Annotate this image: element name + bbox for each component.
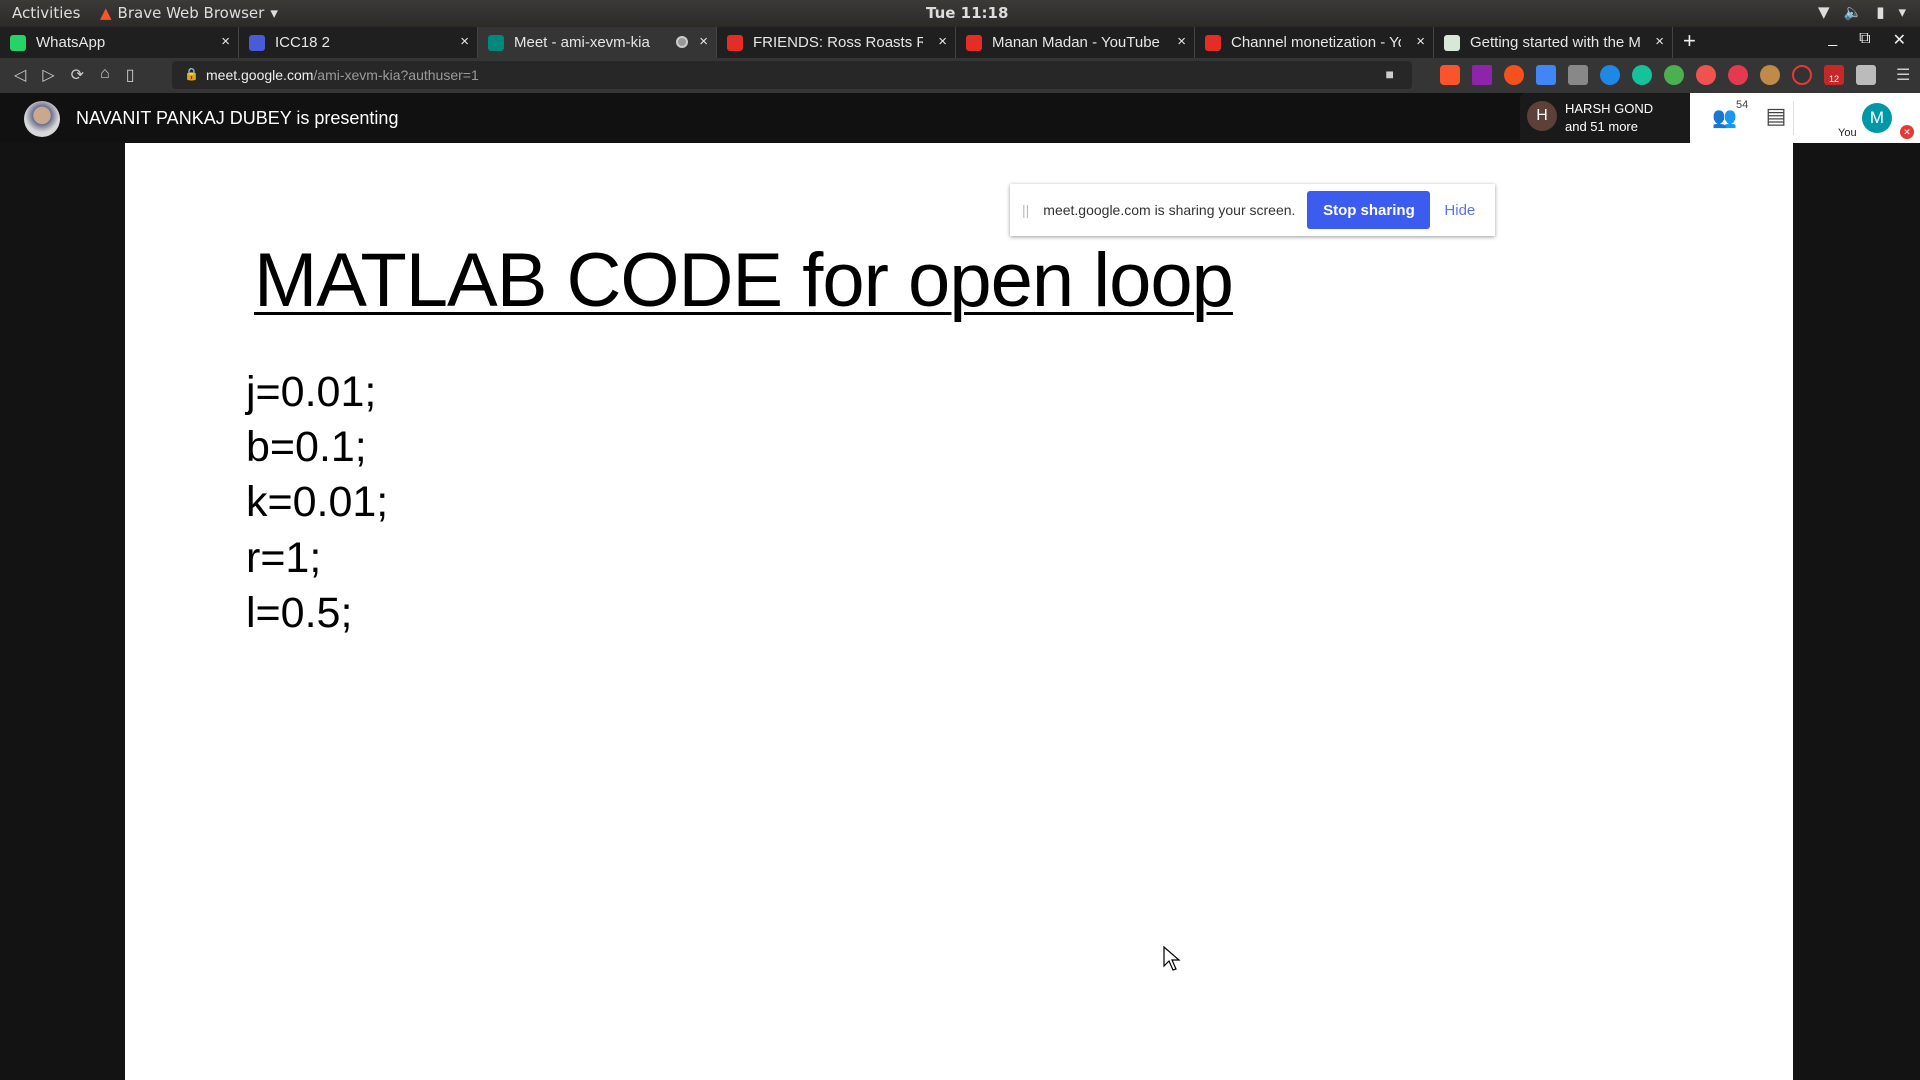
chevron-down-icon: ▾: [270, 4, 278, 22]
new-tab-button[interactable]: +: [1683, 28, 1696, 58]
youtube-icon: [966, 34, 982, 51]
calendar-icon[interactable]: 12: [1824, 65, 1844, 85]
camera-icon[interactable]: ■: [1386, 66, 1394, 82]
tab[interactable]: Meet - ami-xevm-kia ×: [478, 27, 717, 58]
tab[interactable]: Getting started with the M ×: [1434, 27, 1673, 58]
lock-icon: 🔒: [184, 67, 199, 81]
close-tab-button[interactable]: ×: [1177, 33, 1186, 50]
tab-title: Channel monetization - YouTube: [1231, 34, 1401, 51]
battery-icon: ▮: [1876, 3, 1885, 21]
mic-off-icon: ✕: [1900, 125, 1914, 139]
minimize-button[interactable]: _: [1828, 30, 1837, 50]
self-avatar[interactable]: M: [1862, 103, 1892, 133]
participant-name: HARSH GOND: [1565, 101, 1654, 116]
play-icon[interactable]: [1856, 65, 1876, 85]
address-bar[interactable]: 🔒 meet.google.com/ami-xevm-kia?authuser=…: [172, 61, 1412, 89]
close-window-button[interactable]: ✕: [1893, 30, 1906, 50]
brave-icon: ▲: [100, 4, 112, 22]
you-label: You: [1838, 127, 1857, 139]
stop-sharing-button[interactable]: Stop sharing: [1307, 191, 1431, 229]
tab-title: WhatsApp: [36, 34, 106, 51]
chevron-down-icon: ▾: [1898, 3, 1906, 21]
restore-button[interactable]: ⧉: [1859, 30, 1870, 50]
close-tab-button[interactable]: ×: [1416, 33, 1425, 50]
contact-icon: [249, 34, 265, 51]
tab-title: FRIENDS: Ross Roasts Rach: [753, 34, 923, 51]
presenting-label: NAVANIT PANKAJ DUBEY is presenting: [76, 108, 399, 128]
code-line: k=0.01;: [246, 478, 389, 526]
chat-icon[interactable]: ▤: [1756, 103, 1796, 129]
tab[interactable]: Manan Madan - YouTube ×: [956, 27, 1195, 58]
tab-title: Manan Madan - YouTube: [992, 34, 1160, 51]
extension-icon[interactable]: [1504, 65, 1524, 85]
url-path: /ami-xevm-kia?authuser=1: [313, 67, 479, 83]
hide-button[interactable]: Hide: [1444, 202, 1475, 219]
tab[interactable]: WhatsApp ×: [0, 27, 239, 58]
extension-icon[interactable]: [1568, 65, 1588, 85]
tab[interactable]: FRIENDS: Ross Roasts Rach ×: [717, 27, 956, 58]
screen-share-banner: || meet.google.com is sharing your scree…: [1010, 184, 1495, 236]
system-top-bar: Activities ▲ Brave Web Browser ▾ Tue 11:18…: [0, 0, 1920, 27]
grammarly-icon[interactable]: [1632, 65, 1652, 85]
volume-icon: 🔈: [1843, 3, 1863, 21]
reload-button[interactable]: ⟳: [71, 65, 84, 85]
app-name: Brave Web Browser: [117, 4, 265, 22]
recording-icon: [676, 36, 688, 48]
people-icon[interactable]: 👥: [1712, 105, 1737, 130]
tab-title: Meet - ami-xevm-kia: [514, 34, 650, 51]
youtube-icon: [727, 34, 743, 51]
medium-icon: [1444, 34, 1460, 51]
participant-avatar: H: [1527, 101, 1557, 131]
activities-button[interactable]: Activities: [12, 4, 80, 22]
system-tray[interactable]: ▼ 🔈 ▮ ▾: [1818, 3, 1906, 21]
home-button[interactable]: ⌂: [100, 65, 110, 85]
playlist-icon[interactable]: ☰: [1896, 65, 1910, 85]
browser-toolbar: ◁ ▷ ⟳ ⌂ ▯ 🔒 meet.google.com/ami-xevm-kia?aut…: [0, 58, 1920, 93]
translate-icon[interactable]: [1536, 65, 1556, 85]
share-message: meet.google.com is sharing your screen.: [1043, 202, 1296, 218]
clock[interactable]: Tue 11:18: [926, 4, 1008, 22]
tab[interactable]: Channel monetization - YouTube ×: [1195, 27, 1434, 58]
window-controls: _ ⧉ ✕: [1828, 30, 1906, 50]
close-tab-button[interactable]: ×: [1655, 33, 1664, 50]
plus-icon[interactable]: [1664, 65, 1684, 85]
brave-rewards-icon[interactable]: [1472, 65, 1492, 85]
extensions: 12 ☰ ≡: [1440, 65, 1920, 85]
close-tab-button[interactable]: ×: [699, 33, 708, 50]
code-line: r=1;: [246, 534, 322, 582]
participant-tile[interactable]: H HARSH GOND and 51 more: [1520, 93, 1690, 143]
mouse-cursor-icon: [1163, 946, 1181, 971]
forward-button[interactable]: ▷: [42, 65, 54, 85]
close-tab-button[interactable]: ×: [221, 33, 230, 50]
wifi-icon: ▼: [1817, 3, 1830, 21]
youtube-icon: [1205, 34, 1221, 51]
audio-icon[interactable]: [1792, 65, 1812, 85]
drag-handle[interactable]: ||: [1022, 202, 1029, 218]
people-count: 54: [1736, 99, 1749, 111]
back-button[interactable]: ◁: [14, 65, 26, 85]
grammarly-icon[interactable]: [1600, 65, 1620, 85]
participant-more: and 51 more: [1565, 119, 1638, 134]
code-line: b=0.1;: [246, 423, 367, 471]
slide-title: MATLAB CODE for open loop: [254, 238, 1234, 323]
tab-title: ICC18 2: [275, 34, 331, 51]
whatsapp-icon: [10, 34, 26, 51]
tab-strip: WhatsApp × ICC18 2 × Meet - ami-xevm-kia × FRI…: [0, 27, 1920, 58]
meet-controls: 👥 54 ▤ You M ✕: [1690, 93, 1920, 143]
close-tab-button[interactable]: ×: [938, 33, 947, 50]
meet-icon: [488, 34, 504, 51]
bookmark-button[interactable]: ▯: [126, 65, 135, 85]
close-tab-button[interactable]: ×: [460, 33, 469, 50]
app-menu[interactable]: ▲ Brave Web Browser ▾: [100, 4, 278, 22]
code-line: l=0.5;: [246, 589, 353, 637]
alarm-icon[interactable]: [1696, 65, 1716, 85]
presenter-avatar: [24, 101, 60, 137]
tab-title: Getting started with the M: [1470, 34, 1640, 51]
code-line: j=0.01;: [246, 368, 377, 416]
shield-icon[interactable]: [1728, 65, 1748, 85]
url-host: meet.google.com: [206, 67, 314, 83]
glasses-icon[interactable]: [1760, 65, 1780, 85]
tab[interactable]: ICC18 2 ×: [239, 27, 478, 58]
brave-shields-icon[interactable]: [1440, 65, 1460, 85]
